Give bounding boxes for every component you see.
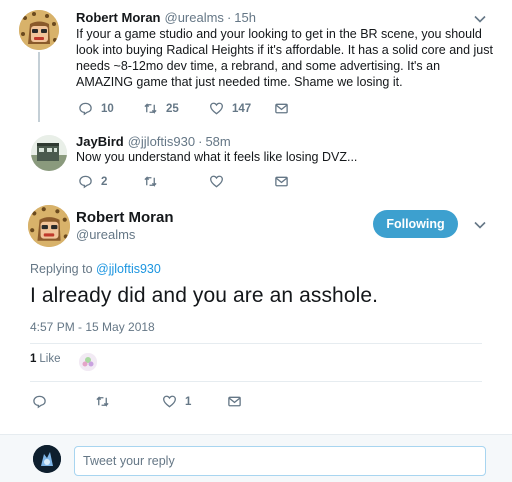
reply-bar (0, 434, 512, 482)
retweet-button[interactable] (95, 394, 110, 409)
dm-button[interactable] (274, 174, 289, 189)
replying-to-label: Replying to (30, 262, 93, 276)
main-tweet-text: I already did and you are an asshole. (30, 284, 379, 307)
author-handle[interactable]: @urealms (76, 227, 135, 242)
avatar-image (19, 10, 59, 50)
author-name[interactable]: Robert Moran (76, 209, 174, 226)
tweet-time[interactable]: 58m (205, 134, 230, 149)
avatar-image (28, 205, 70, 247)
chevron-down-icon[interactable] (473, 12, 487, 26)
like-total-label: Like (39, 353, 61, 365)
reply-input[interactable] (74, 446, 486, 476)
likes-summary[interactable]: 1 Like (30, 353, 61, 365)
avatar[interactable] (31, 135, 67, 171)
envelope-icon (228, 396, 241, 407)
reply-count: 10 (101, 102, 114, 115)
dm-button[interactable] (274, 101, 289, 116)
retweet-icon (144, 176, 157, 187)
heart-icon (163, 395, 176, 408)
retweet-button[interactable]: 25 (143, 101, 179, 116)
separator-dot: · (198, 134, 203, 149)
dm-button[interactable] (227, 394, 242, 409)
divider (30, 381, 482, 382)
reply-icon (79, 175, 92, 189)
chevron-down-icon[interactable] (473, 218, 487, 232)
following-button[interactable]: Following (373, 210, 458, 238)
reply-button[interactable]: 10 (78, 101, 114, 116)
tweet-timestamp[interactable]: 4:57 PM - 15 May 2018 (30, 320, 155, 334)
like-count: 1 (185, 395, 192, 408)
heart-icon (210, 175, 223, 188)
retweet-button[interactable] (143, 174, 158, 189)
reply-button[interactable]: 2 (78, 174, 107, 189)
tweet-header: Robert Moran @urealms · 15h (76, 10, 256, 25)
thread-line (38, 52, 40, 122)
separator-dot: · (226, 10, 232, 25)
reply-button[interactable] (32, 394, 47, 409)
tweet-text: If your a game studio and your looking t… (76, 27, 493, 89)
tweet-header: JayBird @jjloftis930 · 58m (76, 134, 231, 149)
reply-icon (33, 395, 46, 409)
author-name[interactable]: JayBird (76, 134, 124, 149)
liker-avatar[interactable] (79, 353, 97, 371)
tweet-actions: 1 (32, 394, 332, 410)
retweet-icon (96, 396, 109, 407)
heart-icon (210, 102, 223, 115)
reply-count: 2 (101, 175, 108, 188)
reply-icon (79, 102, 92, 116)
like-count: 147 (232, 102, 252, 115)
author-name[interactable]: Robert Moran (76, 10, 161, 25)
like-button[interactable] (209, 174, 224, 189)
avatar[interactable] (28, 205, 70, 247)
divider (30, 343, 482, 344)
avatar[interactable] (19, 10, 59, 50)
envelope-icon (275, 103, 288, 114)
current-user-avatar[interactable] (33, 445, 61, 473)
tweet-text: Now you understand what it feels like lo… (76, 150, 358, 164)
like-button[interactable]: 1 (162, 394, 191, 409)
avatar-image (31, 135, 67, 171)
tweet-actions: 10 25 147 (78, 101, 378, 117)
author-handle[interactable]: @urealms (165, 10, 224, 25)
like-button[interactable]: 147 (209, 101, 251, 116)
replying-to: Replying to @jjloftis930 (30, 262, 161, 276)
retweet-count: 25 (166, 102, 179, 115)
envelope-icon (275, 176, 288, 187)
author-handle[interactable]: @jjloftis930 (128, 134, 195, 149)
like-total: 1 (30, 353, 37, 365)
retweet-icon (144, 103, 157, 114)
replying-to-link[interactable]: @jjloftis930 (96, 262, 161, 276)
tweet-time[interactable]: 15h (234, 10, 256, 25)
tweet-actions: 2 (78, 174, 378, 190)
